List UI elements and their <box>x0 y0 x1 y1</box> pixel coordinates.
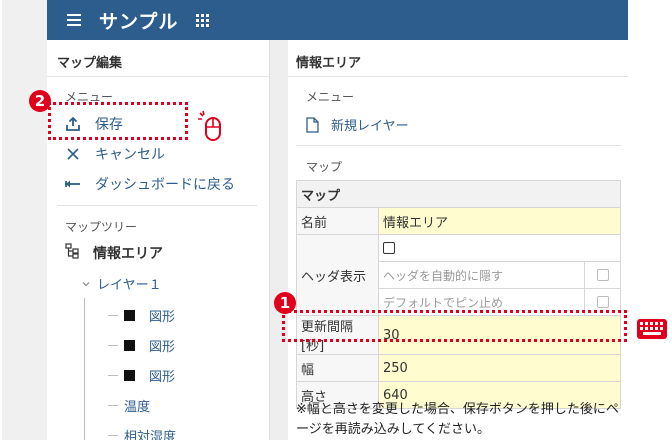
tree-icon <box>65 243 81 263</box>
hamburger-icon[interactable] <box>67 14 81 26</box>
save-highlight-box <box>48 102 188 140</box>
panel-gap <box>270 40 288 440</box>
mouse-click-icon <box>198 110 221 141</box>
shape-icon <box>124 340 135 351</box>
width-label: 幅 <box>296 354 379 382</box>
tree-item-label: 図形 <box>149 340 176 355</box>
shape-icon <box>124 370 135 381</box>
tree-item-humidity[interactable]: 相対湿度 <box>108 426 176 440</box>
tree-item-temperature[interactable]: 温度 <box>108 396 150 415</box>
step-badge-1: 1 <box>274 292 296 314</box>
divider <box>47 76 270 77</box>
tree-layer[interactable]: レイヤー１ <box>81 274 162 293</box>
step-badge-2: 2 <box>29 90 51 112</box>
header-display-checkbox[interactable] <box>383 242 395 254</box>
reload-note: ※幅と高さを変更した場合、保存ボタンを押した後にページを再読み込みしてください。 <box>296 402 619 437</box>
auto-hide-cell <box>584 261 621 289</box>
back-to-dashboard-button[interactable]: ダッシュボードに戻る <box>65 173 235 195</box>
tree-item-label: 相対湿度 <box>124 430 177 440</box>
auto-hide-label: ヘッダを自動的に隠す <box>378 261 585 289</box>
header-display-cell <box>378 234 621 262</box>
main-title: 情報エリア <box>296 56 362 71</box>
sidebar: マップ編集 メニュー 保存 キャンセル ダッシュボードに戻る マップツリー 情報… <box>47 40 270 440</box>
width-input[interactable]: 250 <box>378 354 621 382</box>
map-properties-table: マップ 名前 情報エリア ヘッダ表示 ヘッダを自動的に隠す デフォルトでピン止め… <box>296 180 621 409</box>
app-header: サンプル <box>47 0 628 40</box>
keyboard-icon <box>637 319 667 339</box>
file-icon <box>306 116 319 133</box>
divider <box>296 145 621 146</box>
back-arrow-icon <box>65 178 81 190</box>
tree-section-label: マップツリー <box>65 220 138 234</box>
layer-label: レイヤー１ <box>97 278 162 293</box>
app-title: サンプル <box>99 10 179 33</box>
menu-section-label: メニュー <box>306 90 355 104</box>
main-panel: 情報エリア メニュー 新規レイヤー マップ マップ 名前 情報エリア ヘッダ表示… <box>288 40 628 440</box>
header-display-label: ヘッダ表示 <box>296 234 379 316</box>
auto-hide-checkbox[interactable] <box>596 269 609 281</box>
shape-icon <box>124 310 135 321</box>
cancel-label: キャンセル <box>95 147 165 163</box>
left-margin <box>2 0 47 440</box>
divider <box>288 76 628 77</box>
name-input[interactable]: 情報エリア <box>378 207 621 235</box>
sidebar-title: マップ編集 <box>57 56 123 71</box>
tree-item-label: 図形 <box>149 310 176 325</box>
tree-item-shape[interactable]: 図形 <box>108 336 175 355</box>
chevron-down-icon <box>82 281 90 286</box>
close-icon <box>65 147 81 161</box>
tree-item-shape[interactable]: 図形 <box>108 366 175 385</box>
tree-item-label: 図形 <box>149 370 176 385</box>
name-label: 名前 <box>296 207 379 235</box>
back-label: ダッシュボードに戻る <box>95 177 235 193</box>
pin-checkbox[interactable] <box>596 296 609 308</box>
tree-line <box>84 298 85 440</box>
tree-item-shape[interactable]: 図形 <box>108 306 175 325</box>
cancel-button[interactable]: キャンセル <box>65 143 165 165</box>
tree-root[interactable]: 情報エリア <box>65 243 163 263</box>
tree-root-label: 情報エリア <box>93 246 163 262</box>
apps-grid-icon[interactable] <box>196 13 210 27</box>
tree-item-label: 温度 <box>124 400 151 415</box>
new-layer-button[interactable]: 新規レイヤー <box>306 115 409 134</box>
refresh-highlight-box <box>282 310 627 342</box>
new-layer-label: 新規レイヤー <box>331 119 409 134</box>
map-section-label: マップ <box>306 160 343 174</box>
divider <box>57 205 257 206</box>
table-header: マップ <box>296 180 621 208</box>
